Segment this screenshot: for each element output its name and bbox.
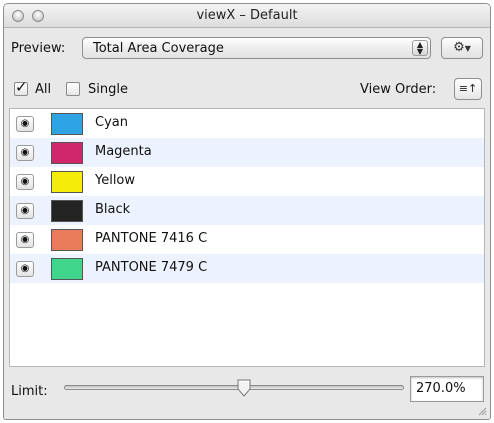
title-bar[interactable]: viewX – Default [4, 4, 490, 28]
checkmark-icon: ✓ [15, 78, 28, 96]
limit-slider-track[interactable] [64, 385, 404, 390]
window-title: viewX – Default [196, 8, 298, 23]
resize-grip-icon[interactable] [477, 406, 487, 416]
separation-name: PANTONE 7416 C [95, 231, 208, 246]
eye-icon[interactable]: ◉ [16, 174, 34, 190]
single-label: Single [88, 82, 128, 97]
gear-menu-button[interactable]: ⚙▼ [441, 37, 483, 59]
single-checkbox[interactable] [66, 82, 80, 96]
separation-row[interactable]: ◉ PANTONE 7416 C [10, 225, 484, 254]
view-order-label: View Order: [360, 82, 437, 97]
separation-name: Magenta [95, 144, 152, 159]
separation-list[interactable]: ◉ Cyan ◉ Magenta ◉ Yellow ◉ Black ◉ PANTONE 7416 … [9, 108, 485, 367]
eye-icon[interactable]: ◉ [16, 232, 34, 248]
color-swatch [51, 200, 83, 222]
preview-popup[interactable]: Total Area Coverage ▲ ▼ [82, 37, 431, 59]
popup-arrows-icon: ▲ ▼ [412, 40, 428, 56]
color-swatch [51, 229, 83, 251]
viewx-window: viewX – Default Preview: Total Area Cove… [3, 3, 491, 420]
separation-row[interactable]: ◉ PANTONE 7479 C [10, 254, 484, 283]
separation-row[interactable]: ◉ Magenta [10, 138, 484, 167]
separation-row[interactable]: ◉ Black [10, 196, 484, 225]
all-label: All [35, 82, 52, 97]
eye-icon[interactable]: ◉ [16, 261, 34, 277]
separation-name: PANTONE 7479 C [95, 260, 208, 275]
color-swatch [51, 171, 83, 193]
limit-slider-knob[interactable] [236, 379, 252, 397]
separation-row[interactable]: ◉ Yellow [10, 167, 484, 196]
limit-label: Limit: [11, 384, 48, 399]
chevron-down-icon: ▼ [464, 44, 471, 53]
gear-icon: ⚙ [453, 40, 465, 55]
separation-name: Black [95, 202, 131, 217]
preview-selected-value: Total Area Coverage [93, 41, 224, 56]
color-swatch [51, 113, 83, 135]
preview-label: Preview: [11, 41, 66, 56]
eye-icon[interactable]: ◉ [16, 145, 34, 161]
eye-icon[interactable]: ◉ [16, 203, 34, 219]
sort-order-icon: ≡↑ [458, 82, 478, 95]
color-swatch [51, 142, 83, 164]
separation-name: Cyan [95, 115, 128, 130]
separation-row[interactable]: ◉ Cyan [10, 109, 484, 138]
color-swatch [51, 258, 83, 280]
limit-value-field[interactable]: 270.0% [410, 376, 484, 402]
eye-icon[interactable]: ◉ [16, 116, 34, 132]
all-checkbox[interactable]: ✓ [14, 78, 28, 96]
separation-name: Yellow [95, 173, 136, 188]
view-order-button[interactable]: ≡↑ [454, 78, 482, 100]
